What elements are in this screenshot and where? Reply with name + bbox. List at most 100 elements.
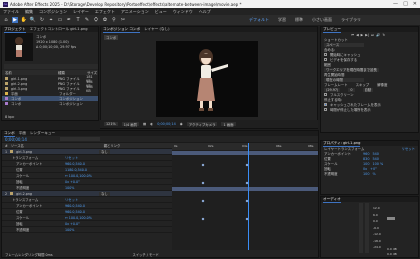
menu-effect[interactable]: エフェクト (95, 9, 115, 15)
last-frame-icon[interactable]: ⏭ (371, 33, 374, 37)
switches-modes-toggle[interactable]: スイッチ / モード (133, 252, 159, 257)
viewer-timecode[interactable]: 0;00;00;14 (157, 122, 176, 126)
playhead[interactable] (248, 143, 249, 250)
eraser-tool-icon[interactable]: ✿ (102, 17, 108, 23)
tab-timeline-solid[interactable]: 平面 (19, 131, 26, 136)
property-value[interactable]: 100 (363, 172, 369, 176)
volume-left-value[interactable]: 0.0 dB (387, 247, 397, 251)
selection-tool-icon[interactable]: ▶ (12, 17, 18, 23)
parent-dropdown[interactable]: なし (99, 191, 110, 196)
project-search[interactable] (4, 64, 98, 69)
layer-bar[interactable] (172, 187, 318, 191)
scissors-tool-icon[interactable]: ✂ (120, 17, 126, 23)
close-button[interactable]: ✕ (413, 1, 417, 7)
mask-icon[interactable]: ◐ (150, 122, 153, 126)
bit-depth[interactable]: 8 bpc (5, 115, 14, 119)
skip-dropdown[interactable]: 0 (348, 87, 355, 92)
hand-tool-icon[interactable]: ✋ (21, 17, 27, 23)
menu-edit[interactable]: 編集 (25, 9, 33, 15)
prev-frame-icon[interactable]: ◀ (356, 33, 359, 37)
time-ruler[interactable]: 0s 02s 04s 06s 08s (172, 143, 318, 150)
composition-canvas[interactable] (156, 41, 258, 117)
maximize-button[interactable]: □ (403, 1, 408, 7)
timeline-search[interactable] (59, 137, 100, 141)
rectangle-tool-icon[interactable]: ▭ (57, 17, 63, 23)
property-value[interactable]: % (372, 172, 375, 176)
timeline-tracks[interactable] (172, 150, 318, 250)
cache-checkbox[interactable] (324, 53, 327, 56)
rotate-tool-icon[interactable]: ↻ (39, 17, 45, 23)
tab-effect-controls[interactable]: エフェクトコントロール girl-1.png (30, 27, 88, 32)
column-parent[interactable]: 親とリンク (104, 143, 120, 148)
home-icon[interactable]: ⌂ (3, 17, 9, 23)
comp-breadcrumb[interactable]: コンポ (104, 35, 119, 40)
workspace-small-screen[interactable]: 小さい画面 (312, 17, 332, 23)
minimize-button[interactable]: — (393, 1, 398, 7)
property-value[interactable]: 0x +0.0° (65, 222, 80, 226)
property-value[interactable]: 960.0,540.0 (65, 162, 85, 166)
property-value[interactable]: 100% (65, 186, 74, 190)
keyframe[interactable] (201, 199, 205, 203)
save-video-checkbox[interactable] (324, 58, 327, 61)
start-time-dropdown[interactable]: 現在の時間 (324, 77, 364, 82)
tab-preview[interactable]: プレビュー (323, 27, 341, 33)
column-type[interactable]: 種類 (58, 70, 84, 75)
resolution-dropdown[interactable]: 自動 (362, 87, 374, 92)
column-name[interactable]: 名前 (5, 70, 55, 75)
menu-composition[interactable]: コンポジション (39, 9, 67, 15)
property-value[interactable]: 960.0,540.0 (65, 204, 85, 208)
property-value[interactable]: 0x (363, 167, 367, 171)
show-cached-checkbox[interactable] (324, 103, 327, 106)
loop-icon[interactable]: ↻ (382, 33, 385, 37)
timeline-timecode[interactable]: 0;00;00;14 (5, 137, 27, 142)
workspace-learn[interactable]: 学習 (278, 17, 286, 23)
property-value[interactable]: 540 (372, 152, 378, 156)
tab-composition[interactable]: コンポジション コンポ (103, 27, 141, 33)
keyframe[interactable] (201, 181, 205, 185)
keyframe[interactable] (201, 217, 205, 221)
menu-help[interactable]: ヘルプ (199, 9, 211, 15)
first-frame-icon[interactable]: ⏮ (351, 33, 354, 37)
property-value[interactable]: +0° (370, 167, 377, 171)
zoom-tool-icon[interactable]: 🔍 (30, 17, 36, 23)
property-value[interactable]: 1180.0,540.0 (65, 168, 87, 172)
type-tool-icon[interactable]: T (75, 17, 81, 23)
clone-tool-icon[interactable]: ⛭ (93, 17, 99, 23)
views-dropdown[interactable]: 1 画面 (221, 122, 236, 127)
column-source[interactable]: ソース名 (11, 143, 71, 148)
property-value[interactable]: ↔ 100.0,100.0% (65, 174, 92, 178)
property-value[interactable]: ↔ 100.0,100.0% (65, 216, 92, 220)
property-value[interactable]: リセット (65, 155, 78, 160)
camera-icon[interactable]: ◉ (180, 122, 183, 126)
menu-file[interactable]: ファイル (3, 9, 19, 15)
property-value[interactable]: 100% (65, 228, 74, 232)
audio-icon[interactable]: 🔊 (376, 33, 380, 37)
fullscreen-checkbox[interactable] (324, 93, 327, 96)
show-stop-time-checkbox[interactable] (324, 108, 327, 111)
framerate-dropdown[interactable]: (29.97) (324, 87, 341, 92)
reset-button[interactable]: リセット (401, 146, 415, 151)
menu-view[interactable]: ビュー (155, 9, 167, 15)
property-value[interactable]: 0x +0.0° (65, 180, 80, 184)
volume-slider-handle[interactable] (387, 217, 395, 220)
volume-right-value[interactable]: 0.0 dB (387, 252, 397, 256)
property-value[interactable]: 960 (363, 152, 369, 156)
layer-bar[interactable] (172, 151, 318, 155)
property-value[interactable]: リセット (65, 197, 78, 202)
keyframe[interactable] (201, 163, 205, 167)
range-dropdown[interactable]: ワークエリアを現在時間まで延長 (324, 67, 379, 72)
camera-dropdown[interactable]: アクティブカメラ (186, 122, 218, 127)
property-value[interactable]: 540 (372, 157, 378, 161)
menu-animation[interactable]: アニメーション (121, 9, 149, 15)
tab-render-queue[interactable]: レンダーキュー (30, 131, 55, 136)
property-value[interactable]: 100 % (372, 162, 383, 166)
grid-icon[interactable]: ▦ (143, 122, 146, 126)
tab-layer[interactable]: レイヤー (なし) (144, 27, 169, 32)
pen-tool-icon[interactable]: ✒ (66, 17, 72, 23)
property-value[interactable]: 960.0,540.0 (65, 210, 85, 214)
workspace-default[interactable]: デフォルト (249, 17, 269, 23)
play-icon[interactable]: ▶ (361, 33, 364, 37)
property-value[interactable]: 100 (363, 162, 369, 166)
property-value[interactable]: 830 (363, 157, 369, 161)
next-frame-icon[interactable]: ▶| (365, 33, 369, 37)
